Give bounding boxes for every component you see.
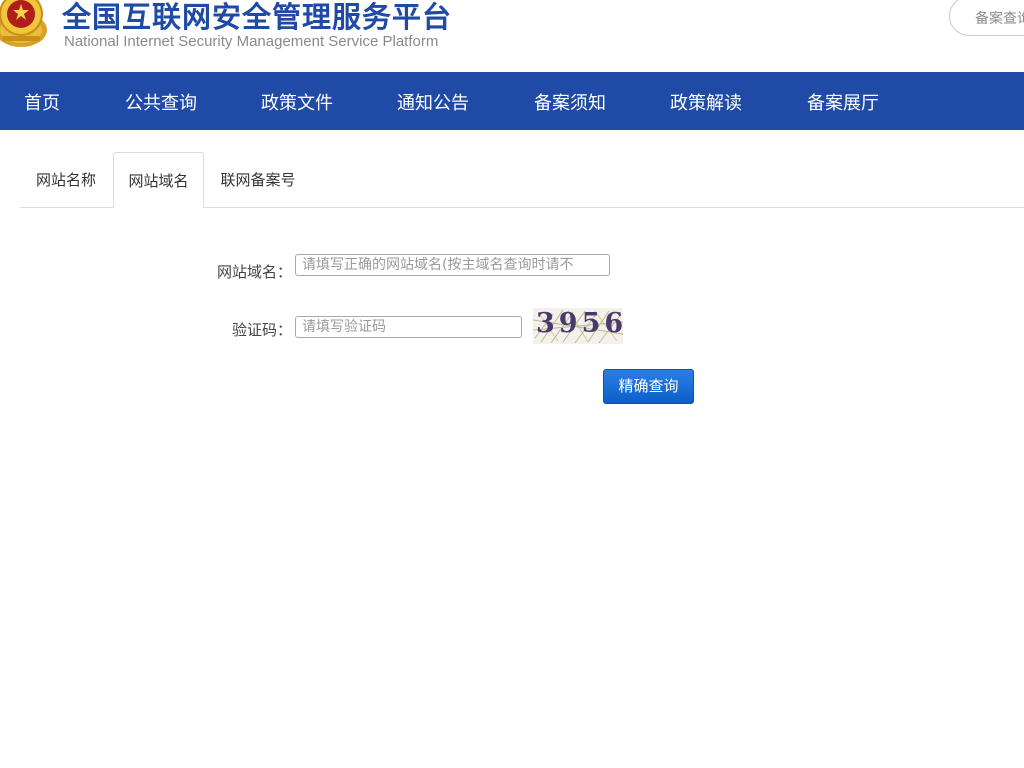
nav-item-policy-interpretation[interactable]: 政策解读 (670, 89, 742, 115)
filing-search-label: 备案查询 (975, 11, 1024, 27)
query-tabs: 网站名称 网站域名 联网备案号 (20, 152, 1024, 208)
nav-item-filing-guide[interactable]: 备案须知 (534, 89, 606, 115)
site-header: 全国互联网安全管理服务平台 National Internet Security… (0, 0, 1024, 72)
nav-item-filing-hall[interactable]: 备案展厅 (807, 89, 879, 115)
captcha-image[interactable]: 3956 (533, 308, 623, 344)
tab-site-domain[interactable]: 网站域名 (113, 152, 204, 208)
nav-item-public-query[interactable]: 公共查询 (125, 89, 197, 115)
captcha-label: 验证码： (231, 321, 292, 339)
nav-item-notices[interactable]: 通知公告 (397, 89, 469, 115)
domain-input[interactable] (295, 254, 610, 276)
main-nav: 首页 公共查询 政策文件 通知公告 备案须知 政策解读 备案展厅 (0, 72, 1024, 130)
exact-query-button[interactable]: 精确查询 (603, 369, 694, 404)
nav-item-policy-docs[interactable]: 政策文件 (261, 89, 333, 115)
captcha-input[interactable] (295, 316, 522, 338)
domain-label: 网站域名： (216, 263, 292, 281)
filing-search-box[interactable]: 备案查询 (949, 0, 1024, 36)
site-subtitle: National Internet Security Management Se… (64, 33, 439, 50)
tab-filing-number[interactable]: 联网备案号 (206, 152, 310, 208)
site-title: 全国互联网安全管理服务平台 (62, 0, 453, 34)
captcha-code: 3956 (536, 308, 623, 339)
police-emblem-logo (0, 0, 48, 52)
nav-item-home[interactable]: 首页 (24, 89, 60, 115)
tab-site-name[interactable]: 网站名称 (20, 152, 112, 208)
